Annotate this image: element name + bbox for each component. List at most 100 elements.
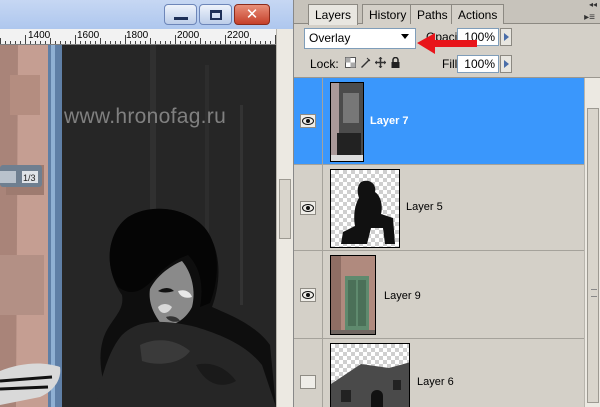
ruler-label: 2000 — [177, 30, 200, 41]
ruler-tick — [70, 41, 71, 44]
visibility-toggle[interactable] — [300, 288, 316, 302]
layer-row-layer-6[interactable]: Layer 6 — [294, 339, 584, 407]
ruler-tick — [230, 41, 231, 44]
document-title-bar: ✕ — [0, 0, 293, 29]
ruler-tick — [240, 41, 241, 44]
visibility-toggle[interactable] — [300, 375, 316, 389]
ruler-tick — [110, 41, 111, 44]
layer-name[interactable]: Layer 7 — [370, 115, 409, 127]
layer-thumbnail — [330, 343, 410, 407]
ruler-tick — [35, 41, 36, 44]
ruler-tick — [260, 41, 261, 44]
ruler-tick — [125, 35, 126, 44]
layer-row-layer-9[interactable]: Layer 9 — [294, 251, 584, 339]
visibility-cell — [294, 251, 323, 338]
ruler-label: 1600 — [77, 30, 100, 41]
tab-label: History — [369, 8, 407, 22]
image-canvas[interactable]: 1/3 www.hronofag.ru — [0, 45, 276, 407]
ruler-tick — [40, 41, 41, 44]
canvas-vertical-scrollbar[interactable] — [276, 29, 293, 407]
ruler-tick — [270, 41, 271, 44]
ruler-tick — [255, 41, 256, 44]
ruler-label: 1400 — [28, 30, 51, 41]
tab-history[interactable]: History — [362, 4, 414, 24]
panel-menu-icon[interactable]: ▸≡ — [584, 12, 595, 23]
ruler-tick — [45, 41, 46, 44]
ruler-tick — [185, 41, 186, 44]
lock-image-pixels-icon[interactable] — [360, 57, 371, 68]
visibility-cell — [294, 165, 323, 250]
minimize-button[interactable] — [164, 4, 197, 25]
layer-row-layer-5[interactable]: Layer 5 — [294, 165, 584, 251]
blend-mode-select[interactable]: Overlay — [304, 28, 416, 49]
layer-name[interactable]: Layer 9 — [384, 290, 421, 302]
ruler-tick — [5, 41, 6, 44]
ruler-tick — [150, 38, 151, 44]
ruler-tick — [60, 41, 61, 44]
ruler-tick — [225, 35, 226, 44]
scrollbar-thumb[interactable] — [587, 108, 599, 403]
chevron-down-icon — [401, 34, 409, 39]
ruler-tick — [205, 41, 206, 44]
visibility-cell — [294, 78, 323, 164]
layer-thumbnail — [330, 82, 364, 162]
scrollbar-thumb[interactable] — [279, 179, 291, 239]
maximize-icon — [209, 9, 222, 20]
close-icon: ✕ — [245, 5, 259, 23]
ruler-tick — [210, 41, 211, 44]
layer-name[interactable]: Layer 5 — [406, 201, 443, 213]
tab-paths[interactable]: Paths — [410, 4, 455, 24]
ruler-tick — [65, 41, 66, 44]
ruler-tick — [250, 38, 251, 44]
grip-icon — [591, 289, 597, 297]
ruler-tick — [195, 41, 196, 44]
close-button[interactable]: ✕ — [234, 4, 270, 25]
eye-icon — [302, 291, 314, 299]
lock-label: Lock: — [310, 57, 339, 71]
ruler-tick — [55, 41, 56, 44]
ruler-tick — [0, 38, 1, 44]
blend-mode-value: Overlay — [309, 31, 351, 45]
collapse-panel-icon[interactable]: ◂◂ — [589, 0, 597, 9]
ruler-tick — [215, 41, 216, 44]
window-controls: ✕ — [164, 4, 270, 25]
minimize-icon — [173, 17, 188, 20]
layer-thumbnail — [330, 255, 376, 335]
visibility-toggle[interactable] — [300, 114, 316, 128]
watermark-text: www.hronofag.ru — [64, 105, 227, 128]
layer-name[interactable]: Layer 6 — [417, 376, 454, 388]
tab-layers[interactable]: Layers — [308, 4, 359, 25]
lock-all-icon[interactable] — [390, 57, 401, 68]
ruler-tick — [15, 41, 16, 44]
ruler-tick — [170, 41, 171, 44]
document-window: ✕ 1400 1600 1800 2000 2200 1/3 www.hrono… — [0, 0, 293, 407]
ruler-tick — [80, 41, 81, 44]
layers-scrollbar[interactable] — [584, 78, 600, 407]
ruler-tick — [235, 41, 236, 44]
ruler-label: 1800 — [126, 30, 149, 41]
visibility-toggle[interactable] — [300, 201, 316, 215]
fill-slider-button[interactable] — [500, 55, 512, 73]
triangle-right-icon — [503, 60, 509, 68]
ruler-tick — [25, 35, 26, 44]
layer-thumbnail — [330, 169, 400, 248]
layer-6-thumbnail-image — [331, 362, 409, 407]
layers-panel: Layers History Paths Actions ◂◂ ▸≡ Overl… — [293, 0, 600, 407]
lock-transparency-icon[interactable] — [345, 57, 356, 68]
annotation-arrow-icon — [417, 33, 477, 54]
ruler-tick — [265, 41, 266, 44]
tab-label: Paths — [417, 8, 448, 22]
ruler-tick — [130, 41, 131, 44]
layer-9-thumbnail-image — [331, 256, 375, 334]
tab-actions[interactable]: Actions — [451, 4, 505, 24]
ruler-tick — [200, 38, 201, 44]
ruler-tick — [75, 35, 76, 44]
tab-label: Layers — [315, 8, 352, 22]
opacity-slider-button[interactable] — [500, 28, 512, 46]
ruler-tick — [190, 41, 191, 44]
layer-row-layer-7[interactable]: Layer 7 — [294, 78, 584, 165]
ruler-tick — [90, 41, 91, 44]
ruler-tick — [50, 38, 51, 44]
maximize-button[interactable] — [199, 4, 232, 25]
lock-position-icon[interactable] — [375, 57, 386, 68]
